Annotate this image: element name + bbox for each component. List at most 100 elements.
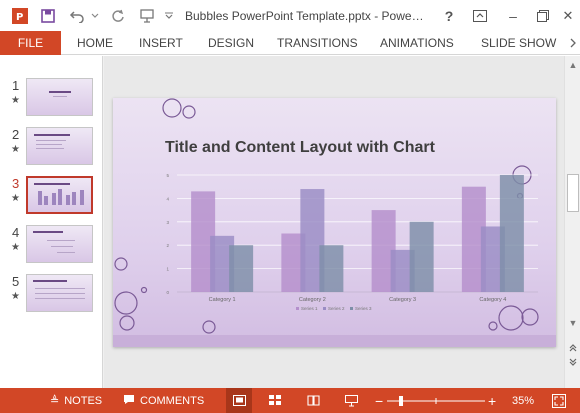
slide-number: 1 bbox=[12, 78, 20, 93]
bubble-decoration bbox=[114, 291, 138, 315]
current-slide[interactable]: 0 1 2 3 4 5 Category 1 Category 2 Category 3 Cat… bbox=[113, 98, 556, 347]
bubble-decoration bbox=[488, 321, 498, 331]
tab-transitions[interactable]: TRANSITIONS bbox=[277, 31, 358, 55]
customize-toolbar-icon[interactable] bbox=[162, 0, 176, 31]
zoom-out-button[interactable]: − bbox=[375, 388, 383, 413]
slide-editing-area[interactable]: 0 1 2 3 4 5 Category 1 Category 2 Category 3 Cat… bbox=[104, 56, 564, 388]
slide-thumbnail-4[interactable]: 4 ★ bbox=[0, 225, 103, 267]
legend-label: Series 2 bbox=[328, 306, 345, 311]
chart-ytick-label: 1 bbox=[166, 267, 169, 272]
animation-star-icon: ★ bbox=[11, 193, 20, 204]
tab-file[interactable]: FILE bbox=[0, 31, 61, 55]
animation-star-icon: ★ bbox=[11, 95, 20, 106]
chart-category-label: Category 2 bbox=[299, 297, 326, 303]
chart-ytick-label: 3 bbox=[166, 220, 169, 225]
powerpoint-logo-icon[interactable]: P bbox=[8, 0, 32, 31]
chart-ytick-label: 5 bbox=[166, 173, 169, 178]
undo-icon[interactable] bbox=[66, 0, 88, 31]
scroll-up-arrow-icon[interactable]: ▲ bbox=[566, 58, 580, 72]
minimize-button[interactable]: – bbox=[502, 0, 524, 31]
svg-text:P: P bbox=[16, 12, 23, 23]
tab-design[interactable]: DESIGN bbox=[208, 31, 254, 55]
slide-footer-band bbox=[113, 335, 556, 347]
tab-insert[interactable]: INSERT bbox=[139, 31, 183, 55]
bubble-decoration bbox=[521, 308, 539, 326]
comment-icon bbox=[123, 394, 135, 408]
undo-dropdown-icon[interactable] bbox=[89, 0, 101, 31]
slide-thumbnail-2[interactable]: 2 ★ bbox=[0, 127, 103, 169]
zoom-in-button[interactable]: + bbox=[488, 388, 496, 413]
bubble-decoration bbox=[182, 105, 196, 119]
thumbnail-image bbox=[26, 127, 93, 165]
legend-swatch bbox=[350, 307, 353, 310]
chart-category-label: Category 4 bbox=[479, 297, 506, 303]
chart-bar bbox=[229, 245, 254, 292]
notes-button[interactable]: ≜ NOTES bbox=[50, 388, 102, 413]
help-button[interactable]: ? bbox=[440, 0, 458, 31]
chart-ytick-label: 2 bbox=[166, 243, 169, 248]
previous-slide-icon[interactable] bbox=[566, 340, 580, 354]
chart-bar bbox=[499, 175, 524, 292]
bubble-decoration bbox=[140, 286, 148, 294]
scrollbar-thumb[interactable] bbox=[567, 174, 579, 212]
slide-thumbnail-5[interactable]: 5 ★ bbox=[0, 274, 103, 316]
slide-sorter-view-icon[interactable] bbox=[262, 388, 288, 413]
scroll-down-arrow-icon[interactable]: ▼ bbox=[566, 316, 580, 330]
restore-icon[interactable] bbox=[532, 0, 554, 31]
reading-view-icon[interactable] bbox=[300, 388, 326, 413]
zoom-slider[interactable] bbox=[387, 388, 485, 413]
close-button[interactable]: ✕ bbox=[558, 0, 578, 31]
bubble-decoration bbox=[119, 315, 135, 331]
tab-animations[interactable]: ANIMATIONS bbox=[380, 31, 454, 55]
animation-star-icon: ★ bbox=[11, 291, 20, 302]
fit-slide-icon[interactable] bbox=[552, 388, 566, 413]
normal-view-icon[interactable] bbox=[226, 388, 252, 413]
slide-thumbnail-pane[interactable]: 1 ★ 2 ★ 3 ★ 4 ★ 5 ★ bbox=[0, 56, 103, 388]
notes-icon: ≜ bbox=[50, 395, 60, 407]
tab-home[interactable]: HOME bbox=[77, 31, 113, 55]
chart-bar bbox=[409, 221, 434, 292]
ribbon-tabs: FILE HOME INSERT DESIGN TRANSITIONS ANIM… bbox=[0, 31, 580, 55]
redo-icon[interactable] bbox=[108, 0, 128, 31]
bubble-decoration bbox=[202, 320, 216, 334]
legend-swatch bbox=[296, 307, 299, 310]
start-slideshow-icon[interactable] bbox=[136, 0, 158, 31]
thumbnail-image bbox=[26, 225, 93, 263]
slide-thumbnail-1[interactable]: 1 ★ bbox=[0, 78, 103, 120]
chart-category-label: Category 1 bbox=[209, 297, 236, 303]
comments-label: COMMENTS bbox=[140, 394, 205, 407]
chart-ytick-label: 0 bbox=[166, 290, 169, 295]
next-slide-icon[interactable] bbox=[566, 356, 580, 370]
chart-bar bbox=[319, 245, 344, 292]
slide-number: 4 bbox=[12, 225, 20, 240]
bubble-decoration bbox=[114, 257, 128, 271]
vertical-scrollbar[interactable]: ▲ ▼ bbox=[564, 56, 580, 388]
save-icon[interactable] bbox=[38, 0, 58, 31]
slide-title[interactable]: Title and Content Layout with Chart bbox=[165, 139, 435, 157]
notes-label: NOTES bbox=[64, 394, 103, 407]
slide-number: 3 bbox=[12, 176, 20, 191]
zoom-level[interactable]: 35% bbox=[512, 388, 534, 413]
chart-category-label: Category 3 bbox=[389, 297, 416, 303]
title-bar: P Bubbles PowerPoint Template.pptx - Pow… bbox=[0, 0, 580, 31]
animation-star-icon: ★ bbox=[11, 242, 20, 253]
chart-ytick-label: 4 bbox=[166, 196, 169, 201]
status-bar: ≜ NOTES COMMENTS − + 35% bbox=[0, 388, 580, 413]
comments-button[interactable]: COMMENTS bbox=[123, 388, 204, 413]
ribbon-scroll-right-icon[interactable] bbox=[566, 31, 580, 55]
slide-canvas: 0 1 2 3 4 5 Category 1 Category 2 Category 3 Cat… bbox=[114, 98, 539, 334]
bubble-decoration bbox=[162, 98, 182, 118]
slide-thumbnail-3[interactable]: 3 ★ bbox=[0, 176, 103, 218]
tab-slide-show[interactable]: SLIDE SHOW bbox=[481, 31, 556, 55]
window-title: Bubbles PowerPoint Template.pptx - Powe… bbox=[185, 9, 424, 23]
animation-star-icon: ★ bbox=[11, 144, 20, 155]
legend-label: Series 1 bbox=[301, 306, 318, 311]
ribbon-display-options-icon[interactable] bbox=[470, 0, 490, 31]
legend-label: Series 3 bbox=[355, 306, 372, 311]
slide-show-view-icon[interactable] bbox=[338, 388, 364, 413]
thumbnail-image bbox=[26, 176, 93, 214]
legend-swatch bbox=[323, 307, 326, 310]
bubble-decoration bbox=[498, 305, 524, 331]
workspace: 1 ★ 2 ★ 3 ★ 4 ★ 5 ★ 0 1 2 3 4 5 Category… bbox=[0, 56, 580, 388]
thumbnail-image bbox=[26, 274, 93, 312]
